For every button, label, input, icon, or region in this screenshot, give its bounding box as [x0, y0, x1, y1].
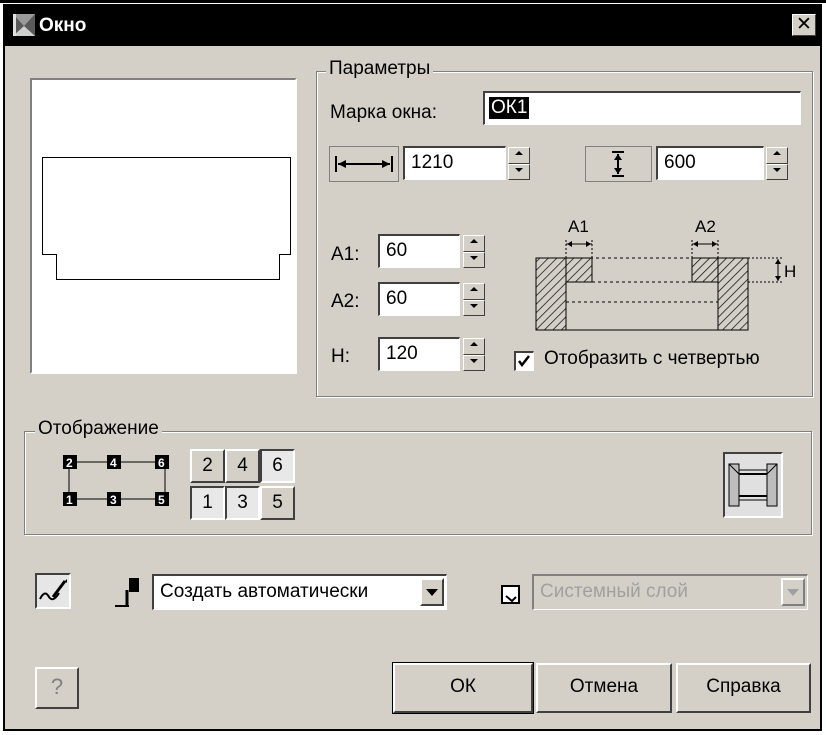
- preview-window-sill: [56, 254, 280, 280]
- height-spinner[interactable]: [766, 147, 788, 180]
- display-cell-6[interactable]: 6: [260, 449, 295, 483]
- h-field[interactable]: 120: [378, 337, 460, 371]
- spin-down-icon[interactable]: [463, 354, 485, 371]
- spin-up-icon[interactable]: [463, 235, 485, 252]
- show-quarter-label[interactable]: Отобразить с четвертью: [544, 348, 760, 370]
- horizontal-arrows-icon: [335, 156, 393, 172]
- chevron-down-icon: [787, 589, 799, 596]
- legend-bottom-3: 5: [158, 493, 165, 507]
- diagram-a2-label: A2: [695, 217, 716, 236]
- chevron-down-icon: [426, 589, 438, 596]
- h-value: 120: [386, 343, 418, 364]
- parameters-group-label: Параметры: [326, 58, 434, 80]
- preview-panel: [30, 78, 297, 374]
- a1-field[interactable]: 60: [378, 234, 460, 268]
- spin-down-icon[interactable]: [508, 163, 530, 180]
- a2-value: 60: [386, 288, 408, 309]
- checkmark-icon: [518, 355, 530, 368]
- close-button[interactable]: ✕: [792, 14, 816, 36]
- help-icon: ?: [50, 674, 64, 699]
- frame-style-button[interactable]: [723, 452, 783, 518]
- close-icon: ✕: [796, 14, 812, 35]
- pen-edit-icon: [39, 579, 67, 601]
- h-label: H:: [331, 346, 350, 367]
- title-bar[interactable]: Окно ✕: [5, 6, 820, 46]
- screen-top-border: [0, 0, 826, 3]
- layer-create-dropdown-button[interactable]: [420, 578, 444, 606]
- legend-top-2: 4: [110, 456, 117, 470]
- display-cell-3[interactable]: 3: [225, 486, 260, 520]
- brush-icon: [115, 578, 139, 607]
- diagram-h-label: H: [784, 262, 796, 281]
- height-icon-box: [585, 146, 652, 182]
- display-cell-1[interactable]: 1: [190, 486, 225, 520]
- a2-spinner[interactable]: [463, 283, 485, 316]
- width-icon-box: [329, 146, 399, 182]
- a1-value: 60: [386, 240, 408, 261]
- cancel-button[interactable]: Отмена: [536, 663, 672, 713]
- legend-top-3: 6: [158, 456, 165, 470]
- layer-create-value: Создать автоматически: [160, 581, 369, 602]
- display-cell-5[interactable]: 5: [260, 486, 295, 520]
- spin-down-icon[interactable]: [766, 163, 788, 180]
- mark-field[interactable]: ОК1: [483, 91, 801, 125]
- ok-button-label: ОК: [450, 676, 476, 697]
- window-frame-icon: [728, 463, 778, 507]
- mark-value: ОК1: [489, 97, 530, 119]
- quarter-diagram: A1 A2 H: [535, 217, 796, 331]
- width-value: 1210: [411, 152, 454, 173]
- display-cell-4[interactable]: 4: [225, 449, 260, 483]
- a1-spinner[interactable]: [463, 235, 485, 268]
- cancel-button-label: Отмена: [569, 676, 639, 697]
- legend-bottom-1: 1: [66, 493, 73, 507]
- window-app-icon: [13, 14, 35, 36]
- system-layer-select: Системный слой: [532, 574, 808, 610]
- diagram-a1-label: A1: [568, 217, 589, 236]
- spin-up-icon[interactable]: [463, 283, 485, 300]
- height-field[interactable]: 600: [656, 146, 764, 180]
- height-value: 600: [664, 152, 696, 173]
- display-group-label: Отображение: [35, 418, 162, 440]
- spin-up-icon[interactable]: [463, 338, 485, 355]
- show-quarter-checkbox[interactable]: [514, 351, 534, 371]
- pen-edit-button[interactable]: [35, 573, 71, 609]
- ok-button[interactable]: ОК: [392, 662, 534, 714]
- spin-down-icon[interactable]: [463, 251, 485, 268]
- system-layer-dropdown-button: [781, 578, 805, 606]
- width-spinner[interactable]: [508, 147, 530, 180]
- display-legend-diagram: 2 4 6 1 3 5: [63, 455, 169, 507]
- preview-window-outer: [42, 157, 291, 255]
- window-dialog: Окно ✕ Параметры Марка окна: ОК1 1210 60…: [3, 4, 822, 731]
- spin-up-icon[interactable]: [766, 147, 788, 164]
- help-icon-button[interactable]: ?: [35, 667, 79, 709]
- legend-bottom-2: 3: [110, 493, 117, 507]
- help-button-label: Справка: [706, 676, 781, 697]
- spin-down-icon[interactable]: [463, 299, 485, 316]
- legend-top-1: 2: [66, 456, 73, 470]
- a1-label: A1:: [331, 244, 360, 265]
- layer-icon: [501, 585, 520, 604]
- system-layer-value: Системный слой: [540, 581, 688, 602]
- help-button[interactable]: Справка: [676, 663, 811, 713]
- h-spinner[interactable]: [463, 338, 485, 371]
- display-cell-2[interactable]: 2: [190, 449, 225, 483]
- a2-field[interactable]: 60: [378, 282, 460, 316]
- layer-create-select[interactable]: Создать автоматически: [152, 574, 447, 610]
- width-field[interactable]: 1210: [403, 146, 506, 180]
- vertical-arrows-icon: [612, 151, 624, 177]
- a2-label: A2:: [331, 291, 360, 312]
- window-title: Окно: [39, 15, 87, 36]
- spin-up-icon[interactable]: [508, 147, 530, 164]
- mark-label: Марка окна:: [330, 102, 437, 123]
